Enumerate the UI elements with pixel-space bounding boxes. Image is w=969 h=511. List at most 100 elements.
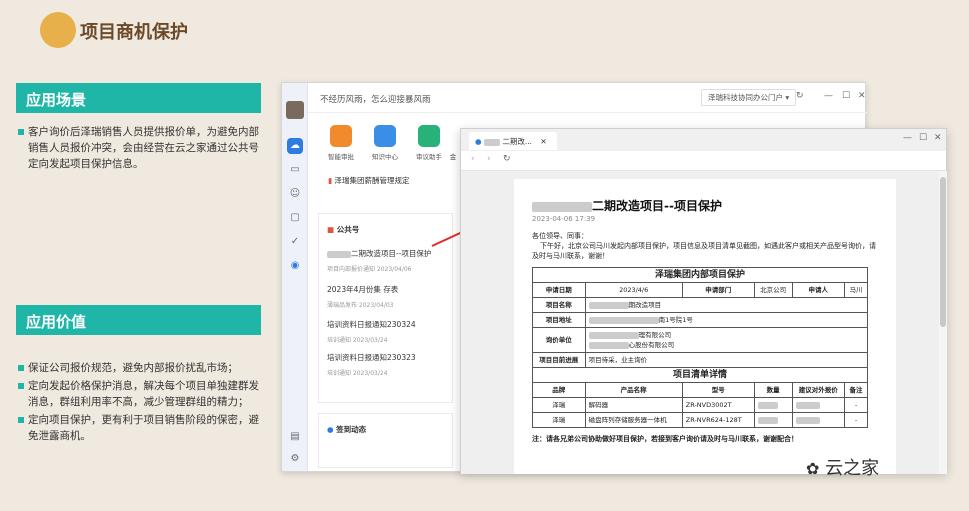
document-body: 各位领导、同事： 下午好，北京公司马川发起内部项目保护，项目信息及项目清单见截图… (532, 231, 882, 444)
public-account-title: ■ 公共号 (327, 224, 359, 235)
list-item[interactable]: 二期改造项目--项目保护 项目内部报价通知 2023/04/06 (327, 248, 431, 273)
notice-item[interactable]: ▮ 泽瑞集团薪酬管理规定 (328, 175, 410, 186)
list-item[interactable]: 培训资料日报通知230323 培训通知 2023/03/24 (327, 352, 416, 377)
cell: 解码器 (584, 397, 683, 413)
settings-icon[interactable]: ⚙ (287, 451, 303, 467)
app-sidebar: ☁ ▭ ☺ ▢ ✓ ◉ ▤ ⚙ (282, 83, 308, 471)
table-row: 泽瑞 磁盘阵列存储服务器一体机 ZR-NVR624-128T - (532, 412, 868, 428)
browser-tab[interactable]: ● 二期改... ✕ (469, 132, 557, 150)
cell: 马川 (844, 282, 868, 298)
cell (791, 397, 846, 413)
org-select[interactable]: 泽瑞科技协同办公门户 ▾ (701, 89, 797, 106)
checkin-panel: ● 签到动态 (318, 413, 453, 468)
cell: 项目名称 (532, 297, 586, 313)
public-account-icon: ■ (327, 225, 335, 234)
scroll-thumb[interactable] (940, 177, 946, 327)
folder-icon[interactable]: ▢ (287, 210, 303, 226)
cell: - (844, 397, 868, 413)
minimize-icon[interactable]: — (824, 91, 833, 101)
cell: 项目待采，业主询价 (584, 352, 869, 368)
app-label: 知识中心 (372, 153, 398, 161)
cell: 北京公司 (753, 282, 793, 298)
cell: 南1号院1号 (584, 312, 869, 328)
value-list: 保证公司报价规范，避免内部报价扰乱市场； 定向发起价格保护消息，解决每个项目单独… (18, 360, 268, 446)
approval-app-icon[interactable] (330, 125, 352, 147)
slogan: 不经历风雨，怎么迎接暴风雨 (320, 95, 431, 105)
popup-maximize-icon[interactable]: ☐ (919, 133, 927, 143)
wechat-icon: ✿ (806, 459, 820, 478)
refresh-icon[interactable]: ↻ (796, 91, 804, 101)
scenario-item: 客户询价后泽瑞销售人员提供报价单，为避免内部销售人员报价冲突，会由经营在云之家通… (18, 124, 268, 172)
cell: 2023/4/6 (584, 282, 683, 298)
app-label: 金 (449, 153, 457, 161)
col-header: 型号 (681, 382, 755, 398)
cell: 理有限公司 心股份有限公司 (584, 327, 869, 353)
document-viewport: 二期改造项目--项目保护 2023-04-06 17:39 各位领导、同事： 下… (461, 171, 939, 474)
page-title: 项目商机保护 (80, 22, 188, 43)
review-app-icon[interactable] (418, 125, 440, 147)
cell: - (844, 412, 868, 428)
list-item-sub: 项目内部报价通知 2023/04/06 (327, 266, 412, 273)
cell: 申请部门 (681, 282, 755, 298)
list-item-sub: 薄瑞品发布 2023/04/03 (327, 302, 394, 309)
avatar[interactable] (286, 101, 304, 119)
cell: 项目地址 (532, 312, 586, 328)
tab-title: 二期改... (502, 137, 532, 146)
org-select-label: 泽瑞科技协同办公门户 (708, 93, 783, 102)
checkin-title[interactable]: ● 签到动态 (327, 424, 366, 435)
check-icon[interactable]: ✓ (287, 234, 303, 250)
back-icon[interactable]: ‹ (471, 154, 475, 164)
maximize-icon[interactable]: ☐ (842, 91, 850, 101)
list-item[interactable]: 2023年4月份集 存表 薄瑞品发布 2023/04/03 (327, 284, 398, 309)
list-title: 项目清单详情 (532, 367, 868, 383)
list-item[interactable]: 培训资料日报通知230324 培训通知 2023/03/24 (327, 319, 416, 344)
tab-close-icon[interactable]: ✕ (540, 137, 546, 146)
list-item-sub: 培训通知 2023/03/24 (327, 370, 388, 377)
cloud-icon[interactable]: ☁ (287, 138, 303, 154)
tab-favicon-icon: ● (475, 137, 482, 146)
cell: 申请人 (791, 282, 846, 298)
browser-nav: ‹ › ↻ (461, 151, 946, 171)
feedback-icon[interactable]: ▤ (287, 429, 303, 445)
reload-icon[interactable]: ↻ (503, 154, 511, 164)
cell: ZR-NVD3002T (681, 397, 755, 413)
title-badge (40, 12, 76, 48)
scrollbar[interactable] (939, 171, 947, 474)
document-title: 二期改造项目--项目保护 (532, 197, 722, 214)
cell (753, 397, 793, 413)
popup-minimize-icon[interactable]: — (903, 133, 912, 143)
contacts-icon[interactable]: ☺ (287, 186, 303, 202)
popup-close-icon[interactable]: ✕ (934, 133, 942, 143)
checkin-icon: ● (327, 425, 334, 434)
list-item-title: 培训资料日报通知230323 (327, 353, 416, 362)
public-account-label: 公共号 (336, 225, 360, 234)
message-icon[interactable]: ▭ (287, 162, 303, 178)
app-center-icon[interactable]: ◉ (287, 258, 303, 274)
forward-icon[interactable]: › (487, 154, 491, 164)
value-item: 定向项目保护，更有利于项目销售阶段的保密，避免泄露商机。 (18, 412, 268, 444)
checkin-label: 签到动态 (336, 425, 367, 434)
cell (791, 412, 846, 428)
cell: 泽瑞 (532, 412, 586, 428)
value-heading: 应用价值 (16, 305, 261, 335)
list-item-title: 2023年4月份集 存表 (327, 285, 399, 294)
document-date: 2023-04-06 17:39 (532, 215, 596, 223)
cell: 期改造项目 (584, 297, 869, 313)
cell: 泽瑞 (532, 397, 586, 413)
knowledge-app-icon[interactable] (374, 125, 396, 147)
list-item-title: 二期改造项目--项目保护 (351, 249, 432, 258)
notice-icon: ▮ (328, 176, 333, 185)
browser-popup: ● 二期改... ✕ — ☐ ✕ ‹ › ↻ 二期改造项目--项目保护 2023… (460, 128, 947, 474)
list-item-sub: 培训通知 2023/03/24 (327, 337, 388, 344)
scenario-list: 客户询价后泽瑞销售人员提供报价单，为避免内部销售人员报价冲突，会由经营在云之家通… (18, 124, 268, 174)
col-header: 建议对外报价 (791, 382, 846, 398)
greeting: 各位领导、同事： (532, 232, 588, 240)
protection-table: 泽瑞集团内部项目保护 申请日期 2023/4/6 申请部门 北京公司 申请人 马… (532, 267, 869, 428)
table-title: 泽瑞集团内部项目保护 (532, 267, 868, 283)
notice-title: 泽瑞集团薪酬管理规定 (334, 176, 410, 185)
cell: ZR-NVR624-128T (681, 412, 755, 428)
col-header: 数量 (753, 382, 793, 398)
watermark-text: 云之家 (825, 458, 880, 479)
close-icon[interactable]: ✕ (858, 91, 866, 101)
list-item-title: 培训资料日报通知230324 (327, 320, 416, 329)
